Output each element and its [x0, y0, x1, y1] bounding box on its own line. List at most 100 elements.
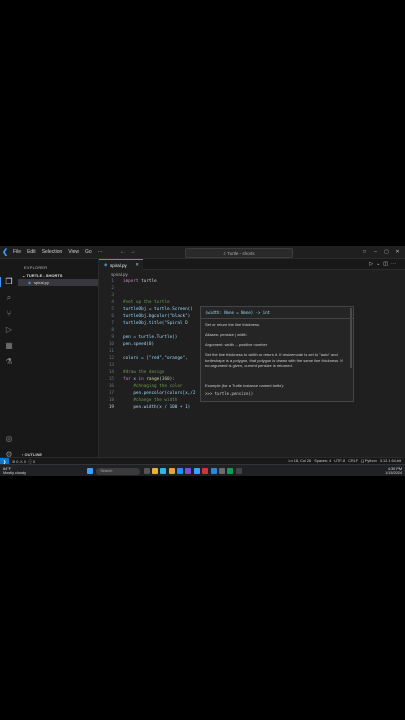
vscode-logo-icon: ❮ — [2, 249, 8, 256]
folder-header[interactable]: ⌄ TURTLE - SHORTS — [22, 273, 62, 278]
status-right[interactable]: Ln 18, Col 26 Spaces: 4 UTF-8 CRLF {} Py… — [289, 459, 402, 463]
menu-more[interactable]: ··· — [95, 249, 106, 255]
code-text: #change the width — [123, 398, 178, 403]
line-number: 6 — [111, 314, 114, 319]
code-text: turtleObj = turtle.Screen() — [123, 307, 193, 312]
line-number: 1 — [111, 279, 114, 284]
app-icon[interactable] — [227, 468, 234, 474]
minimize-icon[interactable]: – — [370, 249, 381, 255]
tab-bar: ◆ spiral.py ✕ ▷⌄◫⋯ — [99, 259, 405, 270]
clock-date: 1/15/2024 — [385, 471, 402, 475]
menu-file[interactable]: File — [10, 249, 24, 255]
code-text: turtleObj.bgcolor("black") — [123, 314, 191, 319]
python-file-icon: ◆ — [104, 262, 108, 267]
close-tab-icon[interactable]: ✕ — [135, 262, 139, 268]
weather-desc: Mostly cloudy — [3, 471, 27, 475]
python-file-icon: ◆ — [28, 280, 32, 285]
extensions-icon[interactable]: ▦ — [4, 341, 14, 351]
app-icon[interactable] — [202, 468, 209, 474]
taskbar-apps: Search — [86, 467, 243, 475]
code-text: pen.speed(0) — [123, 342, 155, 347]
weather-widget[interactable]: 84°F Mostly cloudy — [3, 467, 26, 475]
tab-label: spiral.py — [110, 262, 127, 268]
start-icon[interactable] — [87, 468, 94, 474]
code-text: colors = ["red","orange", — [123, 356, 188, 361]
layout-icon[interactable]: □ — [359, 249, 370, 255]
tab-spiral-py[interactable]: ◆ spiral.py ✕ — [99, 259, 143, 270]
system-tray[interactable]: 4:30 PM 1/15/2024 — [385, 467, 402, 475]
line-number: 13 — [108, 363, 114, 368]
search-icon[interactable]: ⌕ — [4, 293, 14, 303]
code-text: import turtle — [123, 279, 157, 284]
code-text: #chnaging the color — [123, 384, 183, 389]
file-item-spiral[interactable]: ◆ spiral.py — [18, 279, 98, 286]
title-bar: ❮ File Edit Selection View Go ··· ←→ ⌕ T… — [0, 246, 405, 259]
app-icon[interactable] — [210, 468, 217, 474]
task-view-icon[interactable] — [143, 468, 150, 474]
line-number: 8 — [111, 328, 114, 333]
code-line-current: 19 pen.width(x / 100 + 1) — [99, 405, 405, 412]
chrome-icon[interactable] — [168, 468, 175, 474]
line-number: 17 — [108, 391, 114, 396]
tooltip-divider — [201, 318, 353, 319]
code-text: turtleObj.title("Spiral D — [123, 321, 188, 326]
line-number: 2 — [111, 286, 114, 291]
source-control-icon[interactable]: ⑂ — [4, 309, 14, 319]
line-number: 10 — [108, 342, 114, 347]
tooltip-signature: (width: None = None) -> int — [205, 310, 271, 315]
nav-back-forward-icons[interactable]: ←→ — [120, 249, 140, 255]
code-line: 3 — [99, 293, 405, 300]
menu-go[interactable]: Go — [82, 249, 95, 255]
sidebar-title: EXPLORER — [24, 265, 48, 270]
taskbar-search[interactable]: Search — [96, 467, 141, 475]
store-icon[interactable] — [177, 468, 184, 474]
code-text: pen.pencolor(colors[x,/2 — [123, 391, 196, 396]
split-editor-icon[interactable]: ◫ — [383, 261, 391, 267]
command-center[interactable]: ⌕ Turtle - shorts — [185, 248, 293, 258]
line-number: 19 — [108, 405, 114, 410]
testing-icon[interactable]: ⚗ — [4, 357, 14, 367]
line-number: 11 — [108, 349, 114, 354]
tooltip-example-code: >>> turtle.pensize() — [205, 391, 254, 396]
menu-view[interactable]: View — [65, 249, 82, 255]
hover-tooltip: (width: None = None) -> int Set or retur… — [200, 306, 354, 402]
breadcrumb[interactable]: spiral.py — [111, 272, 128, 277]
app-icon[interactable] — [218, 468, 225, 474]
maximize-icon[interactable]: ▢ — [381, 249, 392, 255]
app-icon[interactable] — [185, 468, 192, 474]
code-line: 1 import turtle — [99, 279, 405, 286]
tooltip-summary: Set or return the line thickness. — [205, 322, 261, 327]
code-text: #draw the design — [123, 370, 165, 375]
close-icon[interactable]: ✕ — [392, 249, 403, 255]
line-number: 16 — [108, 384, 114, 389]
tooltip-example-label: Example (for a Turtle instance named tur… — [205, 383, 284, 388]
line-number: 9 — [111, 335, 114, 340]
window-title: Turtle - shorts — [227, 250, 255, 256]
code-text: pen = turtle.Turtle() — [123, 335, 178, 340]
edge-icon[interactable] — [160, 468, 167, 474]
account-icon[interactable]: ◎ — [4, 434, 14, 444]
tooltip-scrollbar[interactable] — [350, 308, 352, 368]
app-icon[interactable] — [235, 468, 242, 474]
line-number: 7 — [111, 321, 114, 326]
explorer-icon[interactable]: ❐ — [4, 277, 14, 287]
explorer-sidebar: EXPLORER ⌄ TURTLE - SHORTS ◆ spiral.py ›… — [18, 259, 99, 465]
file-explorer-icon[interactable] — [151, 468, 158, 474]
folder-name: TURTLE - SHORTS — [26, 273, 63, 278]
window-controls: □ – ▢ ✕ — [359, 246, 403, 258]
tooltip-aliases: Aliases: pensize | width — [205, 332, 247, 337]
line-number: 18 — [108, 398, 114, 403]
code-text: for x in range(360): — [123, 377, 175, 382]
menu-selection[interactable]: Selection — [39, 249, 66, 255]
line-number: 14 — [108, 370, 114, 375]
activity-bar: ❐ ⌕ ⑂ ▷ ▦ ⚗ ◎ ⚙ — [0, 259, 19, 464]
run-debug-icon[interactable]: ▷ — [4, 325, 14, 335]
more-icon[interactable]: ⋯ — [391, 261, 399, 267]
editor-actions: ▷⌄◫⋯ — [369, 261, 399, 267]
menu-edit[interactable]: Edit — [24, 249, 39, 255]
tooltip-description: Set the line thickness to width or retur… — [205, 352, 343, 368]
line-number: 3 — [111, 293, 114, 298]
tooltip-argument: Argument: width -- positive number — [205, 342, 268, 347]
line-number: 12 — [108, 356, 114, 361]
vscode-taskbar-icon[interactable] — [193, 468, 200, 474]
